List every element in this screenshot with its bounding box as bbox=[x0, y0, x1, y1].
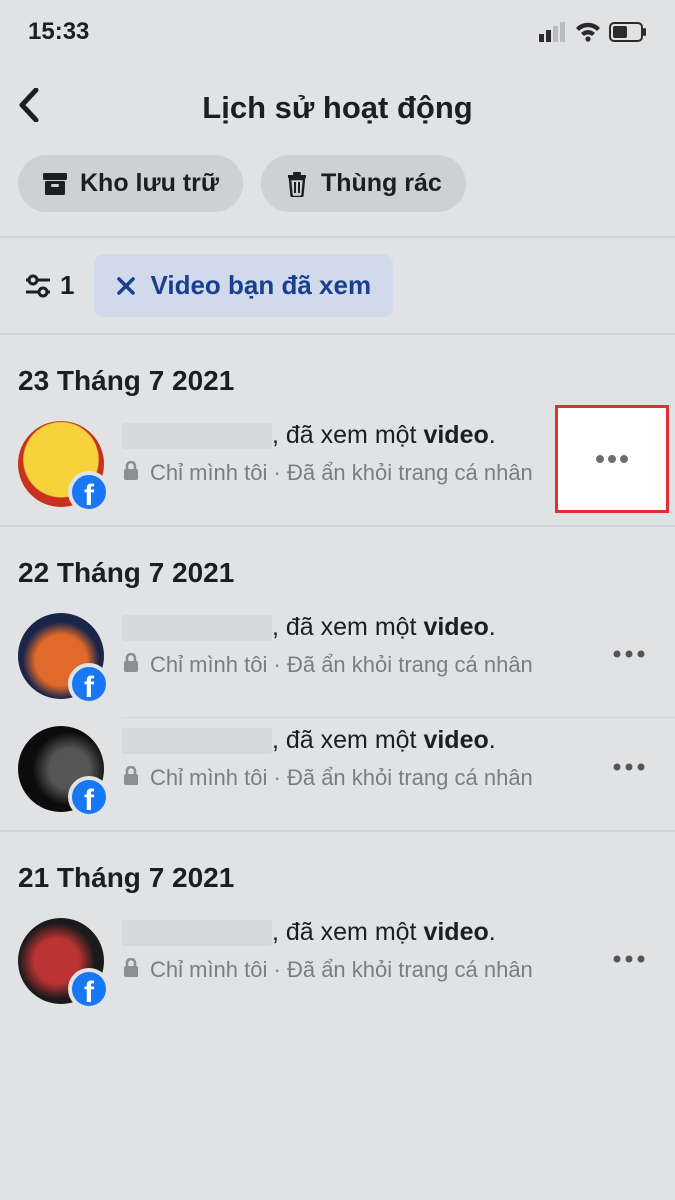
trash-label: Thùng rác bbox=[321, 169, 442, 198]
chevron-left-icon bbox=[18, 88, 40, 122]
redacted-name bbox=[122, 615, 272, 641]
status-bar: 15:33 bbox=[0, 0, 675, 54]
item-body: , đã xem một video. Chỉ mình tôi · Đã ẩn… bbox=[122, 609, 583, 679]
activity-item[interactable]: f , đã xem một video. Chỉ mình tôi · Đã … bbox=[0, 413, 675, 525]
trash-icon bbox=[285, 171, 309, 197]
sliders-icon bbox=[24, 274, 52, 298]
lock-icon bbox=[122, 653, 140, 673]
more-button[interactable] bbox=[601, 955, 657, 963]
section: 23 Tháng 7 2021 f , đã xem một video. Ch… bbox=[0, 335, 675, 527]
filter-chip-label: Video bạn đã xem bbox=[150, 270, 371, 301]
avatar: f bbox=[18, 726, 104, 812]
filter-button[interactable]: 1 bbox=[18, 260, 80, 311]
item-body: , đã xem một video. Chỉ mình tôi · Đã ẩn… bbox=[122, 914, 583, 984]
facebook-badge-icon: f bbox=[68, 776, 110, 818]
item-body: , đã xem một video. Chỉ mình tôi · Đã ẩn… bbox=[122, 722, 583, 792]
more-icon bbox=[612, 650, 646, 658]
redacted-name bbox=[122, 920, 272, 946]
archive-button[interactable]: Kho lưu trữ bbox=[18, 155, 243, 212]
status-time: 15:33 bbox=[28, 18, 89, 46]
close-icon bbox=[116, 276, 136, 296]
more-button[interactable] bbox=[555, 405, 669, 513]
section-date: 21 Tháng 7 2021 bbox=[0, 832, 675, 910]
battery-icon bbox=[609, 22, 647, 42]
activity-text: , đã xem một video. bbox=[122, 611, 583, 645]
facebook-badge-icon: f bbox=[68, 471, 110, 513]
status-right bbox=[539, 22, 647, 42]
activity-text: , đã xem một video. bbox=[122, 916, 583, 950]
section: 22 Tháng 7 2021 f , đã xem một video. Ch… bbox=[0, 527, 675, 832]
facebook-badge-icon: f bbox=[68, 663, 110, 705]
more-icon bbox=[612, 955, 646, 963]
section-date: 22 Tháng 7 2021 bbox=[0, 527, 675, 605]
section: 21 Tháng 7 2021 f , đã xem một video. Ch… bbox=[0, 832, 675, 1022]
filter-count-label: 1 bbox=[60, 270, 74, 301]
more-button[interactable] bbox=[601, 650, 657, 658]
avatar: f bbox=[18, 918, 104, 1004]
activity-meta: Chỉ mình tôi · Đã ẩn khỏi trang cá nhân bbox=[122, 764, 583, 793]
filter-row: 1 Video bạn đã xem bbox=[0, 238, 675, 335]
lock-icon bbox=[122, 766, 140, 786]
avatar: f bbox=[18, 421, 104, 507]
page-title: Lịch sử hoạt động bbox=[58, 90, 657, 126]
activity-item[interactable]: f , đã xem một video. Chỉ mình tôi · Đã … bbox=[0, 910, 675, 1022]
activity-meta: Chỉ mình tôi · Đã ẩn khỏi trang cá nhân bbox=[122, 651, 583, 680]
lock-icon bbox=[122, 958, 140, 978]
activity-item[interactable]: f , đã xem một video. Chỉ mình tôi · Đã … bbox=[0, 718, 675, 830]
action-pills: Kho lưu trữ Thùng rác bbox=[0, 149, 675, 236]
lock-icon bbox=[122, 461, 140, 481]
redacted-name bbox=[122, 423, 272, 449]
filter-chip[interactable]: Video bạn đã xem bbox=[94, 254, 393, 317]
facebook-badge-icon: f bbox=[68, 968, 110, 1010]
cellular-icon bbox=[539, 22, 567, 42]
trash-button[interactable]: Thùng rác bbox=[261, 155, 466, 212]
activity-item[interactable]: f , đã xem một video. Chỉ mình tôi · Đã … bbox=[0, 605, 675, 717]
back-button[interactable] bbox=[18, 88, 58, 127]
activity-text: , đã xem một video. bbox=[122, 724, 583, 758]
avatar: f bbox=[18, 613, 104, 699]
section-date: 23 Tháng 7 2021 bbox=[0, 335, 675, 413]
archive-icon bbox=[42, 172, 68, 196]
more-button[interactable] bbox=[601, 763, 657, 771]
activity-meta: Chỉ mình tôi · Đã ẩn khỏi trang cá nhân bbox=[122, 956, 583, 985]
more-icon bbox=[592, 454, 632, 464]
header: Lịch sử hoạt động bbox=[0, 54, 675, 149]
archive-label: Kho lưu trữ bbox=[80, 169, 219, 198]
wifi-icon bbox=[575, 22, 601, 42]
redacted-name bbox=[122, 728, 272, 754]
more-icon bbox=[612, 763, 646, 771]
